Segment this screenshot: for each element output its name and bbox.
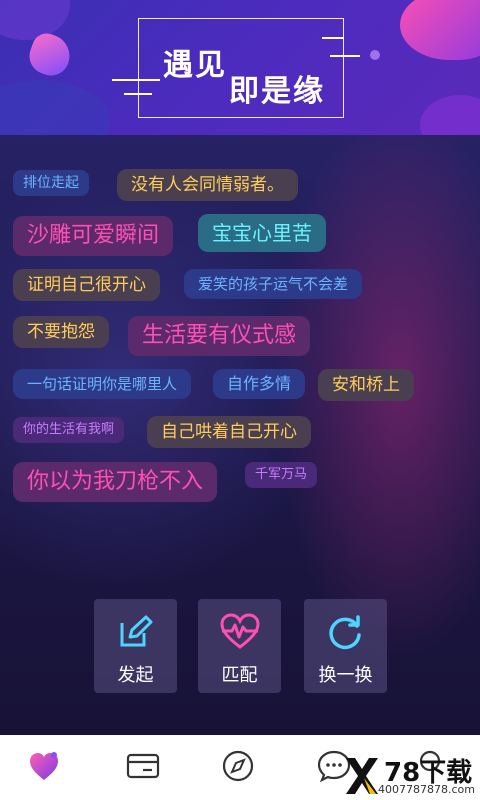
heartbeat-icon — [220, 613, 260, 649]
tag-item[interactable]: 千军万马 — [245, 462, 318, 488]
page-title-line-1: 遇见 — [163, 48, 227, 83]
tag-item[interactable]: 生活要有仪式感 — [128, 316, 311, 356]
watermark-url: 4007787878.com — [378, 783, 475, 796]
tag-item[interactable]: 安和桥上 — [318, 369, 414, 401]
tag-item[interactable]: 你的生活有我啊 — [13, 417, 125, 443]
heart-icon — [30, 752, 58, 780]
tag-item[interactable]: 证明自己很开心 — [13, 269, 160, 301]
tag-item[interactable]: 宝宝心里苦 — [198, 214, 326, 252]
bottom-tab-bar: 78下载 4007787878.com — [0, 735, 480, 800]
create-label: 发起 — [117, 665, 154, 686]
edit-icon — [120, 615, 153, 647]
tab-home[interactable] — [27, 749, 67, 789]
tag-item[interactable]: 一句话证明你是哪里人 — [13, 369, 192, 399]
title-deco-line — [124, 93, 152, 95]
refresh-label: 换一换 — [318, 665, 373, 686]
tag-item[interactable]: 自己哄着自己开心 — [147, 416, 311, 448]
page-title-line-2: 即是缘 — [229, 74, 325, 109]
watermark-logo: 78下载 4007787878.com — [340, 752, 480, 800]
match-button[interactable]: 匹配 — [198, 599, 281, 693]
header-banner: 遇见 即是缘 — [0, 0, 480, 135]
match-label: 匹配 — [221, 665, 258, 686]
tag-item[interactable]: 你以为我刀枪不入 — [13, 462, 218, 502]
title-deco-line — [112, 79, 160, 81]
compass-icon — [222, 750, 254, 782]
tag-item[interactable]: 沙雕可爱瞬间 — [13, 216, 174, 256]
title-deco-line — [330, 55, 360, 57]
refresh-icon — [329, 615, 361, 650]
refresh-button[interactable]: 换一换 — [304, 599, 387, 693]
tag-item[interactable]: 不要抱怨 — [13, 316, 109, 348]
card-icon — [126, 753, 160, 779]
watermark-x-icon — [346, 758, 378, 794]
create-button[interactable]: 发起 — [94, 599, 177, 693]
tag-item[interactable]: 排位走起 — [13, 170, 89, 196]
tag-item[interactable]: 自作多情 — [213, 369, 306, 399]
tag-item[interactable]: 没有人会同情弱者。 — [117, 169, 298, 201]
title-deco-line — [322, 37, 344, 39]
tag-item[interactable]: 爱笑的孩子运气不会差 — [184, 269, 363, 299]
tab-cards[interactable] — [125, 749, 165, 789]
tab-discover[interactable] — [220, 749, 260, 789]
